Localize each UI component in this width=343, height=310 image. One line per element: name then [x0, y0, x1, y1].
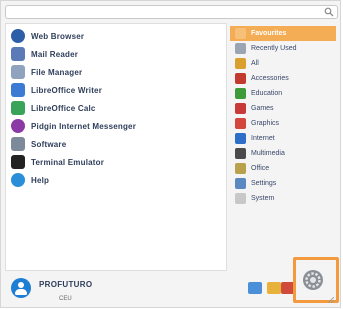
category-system[interactable]: System	[230, 191, 336, 206]
education-icon	[235, 88, 246, 99]
search-icon[interactable]	[324, 7, 334, 17]
settings-gear-button[interactable]	[302, 269, 324, 291]
category-list: Favourites Recently Used All Accessories Edu…	[230, 23, 338, 271]
category-office[interactable]: Office	[230, 161, 336, 176]
application-menu: Web Browser Mail Reader File Manager LibreO…	[0, 0, 341, 308]
category-games[interactable]: Games	[230, 101, 336, 116]
app-label: Pidgin Internet Messenger	[31, 121, 137, 131]
games-icon	[235, 103, 246, 114]
libreoffice-writer-icon	[11, 83, 25, 97]
category-accessories[interactable]: Accessories	[230, 71, 336, 86]
category-label: Settings	[251, 180, 277, 187]
internet-icon	[235, 133, 246, 144]
category-label: Multimedia	[251, 150, 285, 157]
system-icon	[235, 193, 246, 204]
graphics-icon	[235, 118, 246, 129]
resize-grip-icon[interactable]	[328, 297, 334, 303]
avatar-head-shape	[18, 282, 24, 288]
user-subtitle: CEU	[59, 296, 72, 302]
settings-icon	[235, 178, 246, 189]
pidgin-icon	[11, 119, 25, 133]
app-label: File Manager	[31, 67, 83, 77]
category-all[interactable]: All	[230, 56, 336, 71]
category-label: System	[251, 195, 275, 202]
category-label: Favourites	[251, 30, 287, 37]
category-label: Office	[251, 165, 270, 172]
app-label: LibreOffice Calc	[31, 103, 96, 113]
mail-reader-icon	[11, 47, 25, 61]
avatar-body-shape	[15, 289, 27, 295]
multimedia-icon	[235, 148, 246, 159]
recently-used-icon	[235, 43, 246, 54]
category-education[interactable]: Education	[230, 86, 336, 101]
user-bar: PROFUTURO CEU	[5, 273, 338, 305]
app-label: Software	[31, 139, 67, 149]
category-label: Education	[251, 90, 283, 97]
app-label: Help	[31, 175, 50, 185]
app-item[interactable]: Pidgin Internet Messenger	[8, 117, 224, 135]
category-recently-used[interactable]: Recently Used	[230, 41, 336, 56]
search-input[interactable]	[8, 6, 326, 18]
search-bar[interactable]	[5, 5, 338, 19]
switch-user-icon[interactable]	[248, 282, 262, 294]
terminal-icon	[11, 155, 25, 169]
category-label: Recently Used	[251, 45, 297, 52]
category-internet[interactable]: Internet	[230, 131, 336, 146]
app-label: Web Browser	[31, 31, 85, 41]
app-item[interactable]: Software	[8, 135, 224, 153]
category-label: Graphics	[251, 120, 280, 127]
lock-screen-icon[interactable]	[267, 282, 281, 294]
app-label: Terminal Emulator	[31, 157, 105, 167]
user-name: PROFUTURO	[39, 280, 93, 289]
app-item[interactable]: Mail Reader	[8, 45, 224, 63]
file-manager-icon	[11, 65, 25, 79]
user-avatar[interactable]	[11, 278, 31, 298]
app-item[interactable]: LibreOffice Calc	[8, 99, 224, 117]
app-item[interactable]: Terminal Emulator	[8, 153, 224, 171]
libreoffice-calc-icon	[11, 101, 25, 115]
category-label: All	[251, 60, 259, 67]
office-icon	[235, 163, 246, 174]
category-label: Accessories	[251, 75, 289, 82]
category-label: Games	[251, 105, 274, 112]
software-icon	[11, 137, 25, 151]
category-favourites[interactable]: Favourites	[230, 26, 336, 41]
app-item[interactable]: File Manager	[8, 63, 224, 81]
category-multimedia[interactable]: Multimedia	[230, 146, 336, 161]
app-item[interactable]: Web Browser	[8, 27, 224, 45]
category-settings[interactable]: Settings	[230, 176, 336, 191]
web-browser-icon	[11, 29, 25, 43]
favourites-app-list: Web Browser Mail Reader File Manager LibreO…	[5, 23, 227, 271]
app-label: Mail Reader	[31, 49, 79, 59]
app-label: LibreOffice Writer	[31, 85, 103, 95]
app-item[interactable]: LibreOffice Writer	[8, 81, 224, 99]
category-label: Internet	[251, 135, 275, 142]
accessories-icon	[235, 73, 246, 84]
favourites-icon	[235, 28, 246, 39]
all-icon	[235, 58, 246, 69]
help-icon	[11, 173, 25, 187]
category-graphics[interactable]: Graphics	[230, 116, 336, 131]
app-item[interactable]: Help	[8, 171, 224, 189]
